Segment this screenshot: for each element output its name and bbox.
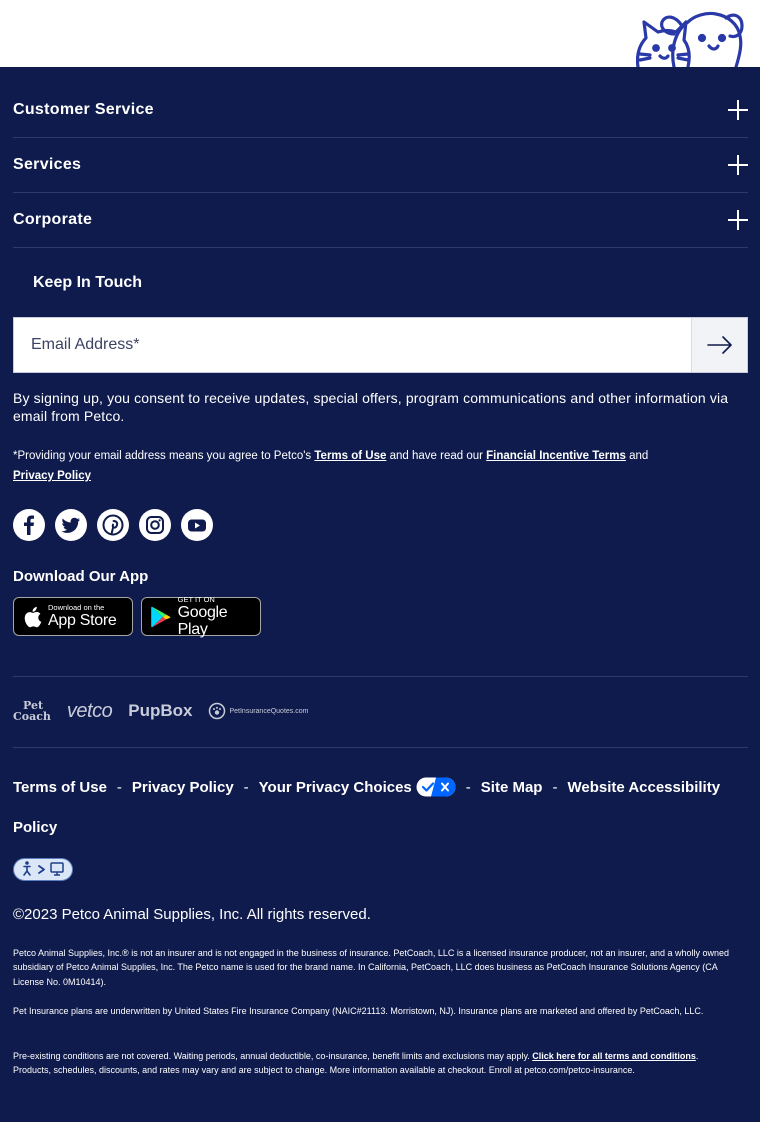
accordion-label: Corporate xyxy=(13,211,93,228)
divider xyxy=(13,747,748,748)
footer-privacy-choices-link[interactable]: Your Privacy Choices xyxy=(258,777,456,797)
pupbox-logo[interactable]: PupBox xyxy=(128,701,192,721)
legal-p3-prefix: Pre-existing conditions are not covered.… xyxy=(13,1051,530,1061)
app-store-small-text: Download on the xyxy=(48,603,105,612)
privacy-policy-link[interactable]: Privacy Policy xyxy=(13,470,91,482)
arrow-right-icon xyxy=(706,336,732,354)
accordion-customer-service[interactable]: Customer Service xyxy=(13,83,748,138)
footer-links: Terms of Use - Privacy Policy - Your Privacy… xyxy=(13,768,753,848)
email-submit-button[interactable] xyxy=(691,318,747,372)
link-separator: - xyxy=(243,779,249,796)
plus-icon xyxy=(728,210,748,230)
instagram-icon[interactable] xyxy=(139,509,171,541)
pinterest-icon[interactable] xyxy=(97,509,129,541)
financial-incentive-terms-link[interactable]: Financial Incentive Terms xyxy=(486,450,626,462)
plus-icon xyxy=(728,155,748,175)
twitter-icon[interactable] xyxy=(55,509,87,541)
link-separator: - xyxy=(465,779,471,796)
agreement-middle: and have read our xyxy=(389,450,483,462)
petcoach-logo[interactable]: Pet Coach xyxy=(13,700,51,722)
footer-privacy-link[interactable]: Privacy Policy xyxy=(132,779,234,796)
youtube-icon[interactable] xyxy=(181,509,213,541)
email-input[interactable] xyxy=(14,318,691,372)
agreement-prefix: *Providing your email address means you … xyxy=(13,450,312,462)
pet-insurance-quotes-logo[interactable]: PetInsuranceQuotes.com xyxy=(208,702,308,720)
legal-paragraph-2: Pet Insurance plans are underwritten by … xyxy=(13,1006,704,1016)
newsletter-title: Keep In Touch xyxy=(33,274,143,291)
vetco-logo[interactable]: vetco xyxy=(67,700,113,723)
consent-text: By signing up, you consent to receive up… xyxy=(13,390,729,424)
download-app-title: Download Our App xyxy=(13,568,149,585)
privacy-choices-icon xyxy=(416,777,456,797)
top-bar xyxy=(0,0,760,67)
terms-of-use-link[interactable]: Terms of Use xyxy=(314,450,386,462)
accordion-label: Services xyxy=(13,156,82,173)
cat-and-dog-mascot-icon xyxy=(636,11,744,67)
accordion-services[interactable]: Services xyxy=(13,138,748,193)
app-store-button[interactable]: Download on the App Store xyxy=(13,597,133,636)
legal-paragraph-1: Petco Animal Supplies, Inc.® is not an i… xyxy=(13,948,730,987)
link-separator: - xyxy=(116,779,122,796)
link-separator: - xyxy=(552,779,558,796)
accessibility-icon[interactable] xyxy=(13,858,73,881)
plus-icon xyxy=(728,100,748,120)
newsletter-form xyxy=(13,317,748,373)
copyright-text: ©2023 Petco Animal Supplies, Inc. All ri… xyxy=(13,906,371,923)
accordion-label: Customer Service xyxy=(13,101,154,118)
google-play-icon xyxy=(151,606,171,627)
google-play-button[interactable]: GET IT ON Google Play xyxy=(141,594,261,638)
partner-brands: Pet Coach vetco PupBox PetInsuranceQuote… xyxy=(13,697,308,725)
agreement-text: *Providing your email address means you … xyxy=(13,446,748,486)
agreement-and: and xyxy=(629,450,649,462)
app-store-big-text: App Store xyxy=(48,612,117,629)
social-links xyxy=(13,509,213,541)
footer-site-map-link[interactable]: Site Map xyxy=(481,779,543,796)
paw-circle-icon xyxy=(209,702,226,720)
privacy-choices-label: Your Privacy Choices xyxy=(258,779,412,796)
google-play-big-text: Google Play xyxy=(177,603,228,638)
petcoach-logo-line2: Coach xyxy=(13,710,51,723)
legal-paragraph-3: Pre-existing conditions are not covered.… xyxy=(13,1049,738,1078)
pet-insurance-quotes-text: PetInsuranceQuotes.com xyxy=(229,707,309,715)
footer-terms-link[interactable]: Terms of Use xyxy=(13,779,107,796)
apple-icon xyxy=(24,606,42,627)
accordion-corporate[interactable]: Corporate xyxy=(13,193,748,248)
divider xyxy=(13,676,748,677)
terms-and-conditions-link[interactable]: Click here for all terms and conditions xyxy=(532,1051,696,1061)
facebook-icon[interactable] xyxy=(13,509,45,541)
google-play-small-text: GET IT ON xyxy=(177,594,215,604)
